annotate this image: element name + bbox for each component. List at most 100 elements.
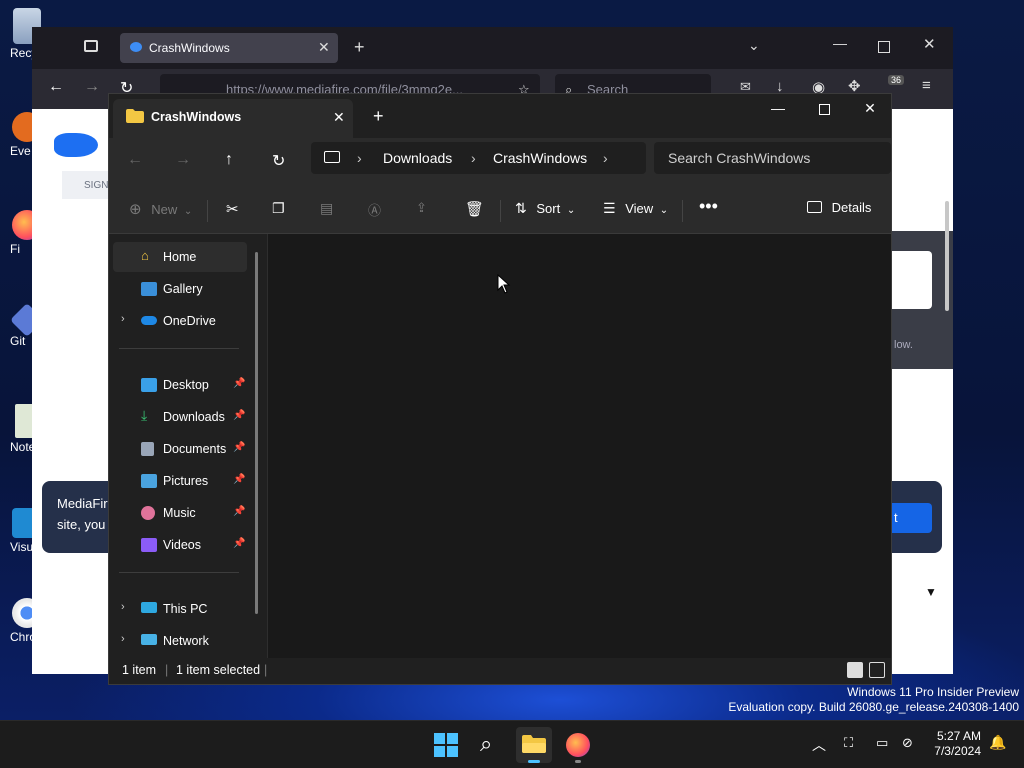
copy-button[interactable]: ❐ — [272, 200, 285, 222]
status-separator: | — [264, 663, 268, 677]
nav-item-videos[interactable]: Videos 📌 — [113, 530, 247, 560]
breadcrumb-crashwindows[interactable]: CrashWindows — [493, 150, 587, 166]
close-tab-icon[interactable]: ✕ — [318, 39, 330, 56]
pin-icon[interactable]: 📌 — [233, 506, 245, 517]
tiles-view-icon[interactable] — [869, 662, 885, 678]
nav-item-this-pc[interactable]: › This PC — [113, 594, 247, 624]
close-tab-icon[interactable]: ✕ — [333, 109, 345, 126]
nav-divider — [119, 572, 239, 573]
back-icon[interactable]: ← — [48, 78, 64, 96]
firefox-icon — [566, 733, 590, 757]
browser-tab-bar: CrashWindows ✕ + ⌄ — ✕ — [32, 27, 953, 69]
new-tab-icon[interactable]: + — [373, 106, 384, 127]
minimize-icon[interactable]: — — [833, 35, 847, 51]
downloads-icon: ⤓ — [141, 407, 148, 423]
nav-divider — [119, 348, 239, 349]
up-button[interactable]: ↑ — [217, 149, 245, 177]
taskbar-firefox[interactable] — [560, 727, 596, 763]
explorer-title-bar: CrashWindows ✕ + — ✕ — [109, 94, 891, 138]
windows-logo-icon — [434, 733, 458, 757]
chevron-right-icon[interactable]: › — [121, 313, 125, 325]
new-tab-icon[interactable]: + — [354, 37, 365, 58]
minimize-icon: — — [771, 100, 785, 116]
sort-icon: ⇅ — [515, 200, 527, 216]
chevron-right-icon[interactable]: › — [121, 601, 125, 613]
pin-icon[interactable]: 📌 — [233, 442, 245, 453]
search-button[interactable]: ⌕ — [472, 727, 508, 763]
back-button[interactable]: ← — [121, 149, 149, 177]
start-button[interactable] — [428, 727, 464, 763]
share-button[interactable]: ⇪ — [416, 200, 427, 222]
pin-icon[interactable]: 📌 — [233, 410, 245, 421]
search-input[interactable]: Search CrashWindows — [654, 142, 891, 174]
network-disconnected-icon[interactable]: ⛶ — [844, 735, 853, 751]
browser-tab[interactable]: CrashWindows ✕ — [120, 33, 338, 63]
taskbar-file-explorer[interactable] — [516, 727, 552, 763]
explorer-body: ⌂ Home Gallery › OneDrive Desktop 📌 ⤓ Do… — [109, 234, 891, 658]
share-icon: ⇪ — [416, 200, 427, 215]
page-scrollbar[interactable] — [945, 201, 949, 311]
nav-item-home[interactable]: ⌂ Home — [113, 242, 247, 272]
breadcrumb[interactable]: › Downloads › CrashWindows › — [311, 142, 646, 174]
details-button[interactable]: Details — [807, 200, 871, 222]
maximize-button[interactable] — [801, 94, 847, 126]
nav-item-desktop[interactable]: Desktop 📌 — [113, 370, 247, 400]
cut-button[interactable]: ✂ — [226, 200, 239, 222]
desktop-folder-icon — [141, 378, 157, 392]
refresh-button[interactable]: ↻ — [265, 149, 293, 177]
see-more-button[interactable]: ••• — [699, 196, 718, 218]
explorer-tab[interactable]: CrashWindows ✕ — [113, 99, 353, 138]
notification-bell-icon[interactable]: 🔔 — [989, 734, 1006, 751]
menu-icon[interactable]: ≡ — [922, 77, 931, 94]
pin-icon[interactable]: 📌 — [233, 538, 245, 549]
volume-muted-icon[interactable]: ⊘ — [902, 735, 913, 751]
chevron-right-icon[interactable]: › — [121, 633, 125, 645]
this-pc-icon — [324, 151, 340, 163]
breadcrumb-expand-icon[interactable]: › — [603, 150, 608, 166]
nav-scrollbar[interactable] — [255, 252, 258, 614]
status-separator: | — [165, 663, 169, 677]
nav-item-music[interactable]: Music 📌 — [113, 498, 247, 528]
minimize-button[interactable]: — — [755, 94, 801, 126]
clock[interactable]: 5:27 AM 7/3/2024 — [921, 729, 981, 759]
display-icon[interactable]: ▭ — [876, 735, 888, 751]
nav-item-network[interactable]: › Network — [113, 626, 247, 656]
navigation-pane: ⌂ Home Gallery › OneDrive Desktop 📌 ⤓ Do… — [109, 234, 267, 658]
item-count: 1 item — [122, 663, 157, 677]
view-icon: ☰ — [603, 200, 616, 216]
tab-list-icon[interactable] — [84, 40, 98, 52]
maximize-icon[interactable] — [878, 41, 890, 53]
maximize-icon — [818, 104, 830, 115]
new-button[interactable]: ⊕ New ⌄ — [129, 200, 192, 222]
nav-item-documents[interactable]: Documents 📌 — [113, 434, 247, 464]
pin-icon[interactable]: 📌 — [233, 378, 245, 389]
copy-icon: ❐ — [272, 200, 285, 216]
file-list-area[interactable] — [268, 234, 891, 658]
rename-button[interactable]: Ⓐ — [368, 200, 381, 222]
pin-icon[interactable]: 📌 — [233, 474, 245, 485]
chevron-down-icon[interactable]: ⌄ — [748, 37, 760, 54]
close-button[interactable]: ✕ — [847, 94, 893, 126]
close-icon[interactable]: ✕ — [923, 35, 936, 53]
trash-icon: 🗑 — [465, 201, 485, 218]
documents-icon — [141, 442, 154, 456]
paste-button[interactable]: ▤ — [320, 200, 333, 222]
details-view-icon[interactable] — [847, 662, 863, 678]
view-button[interactable]: ☰ View ⌄ — [603, 200, 668, 222]
rename-icon: Ⓐ — [368, 203, 382, 218]
breadcrumb-separator-icon: › — [357, 150, 362, 166]
dropdown-arrow-icon[interactable]: ▼ — [925, 585, 937, 599]
breadcrumb-downloads[interactable]: Downloads — [383, 150, 452, 166]
nav-item-onedrive[interactable]: › OneDrive — [113, 306, 247, 336]
nav-item-downloads[interactable]: ⤓ Downloads 📌 — [113, 402, 247, 432]
forward-button[interactable]: → — [169, 149, 197, 177]
nav-item-pictures[interactable]: Pictures 📌 — [113, 466, 247, 496]
chevron-up-icon[interactable]: ︿ — [812, 735, 826, 755]
forward-icon[interactable]: → — [84, 78, 100, 96]
close-icon: ✕ — [864, 100, 876, 116]
delete-button[interactable]: 🗑 — [465, 200, 484, 222]
file-explorer-window: CrashWindows ✕ + — ✕ ← → ↑ ↻ › Downloads… — [108, 93, 892, 685]
new-plus-icon: ⊕ — [129, 201, 142, 218]
sort-button[interactable]: ⇅ Sort ⌄ — [515, 200, 575, 222]
nav-item-gallery[interactable]: Gallery — [113, 274, 247, 304]
